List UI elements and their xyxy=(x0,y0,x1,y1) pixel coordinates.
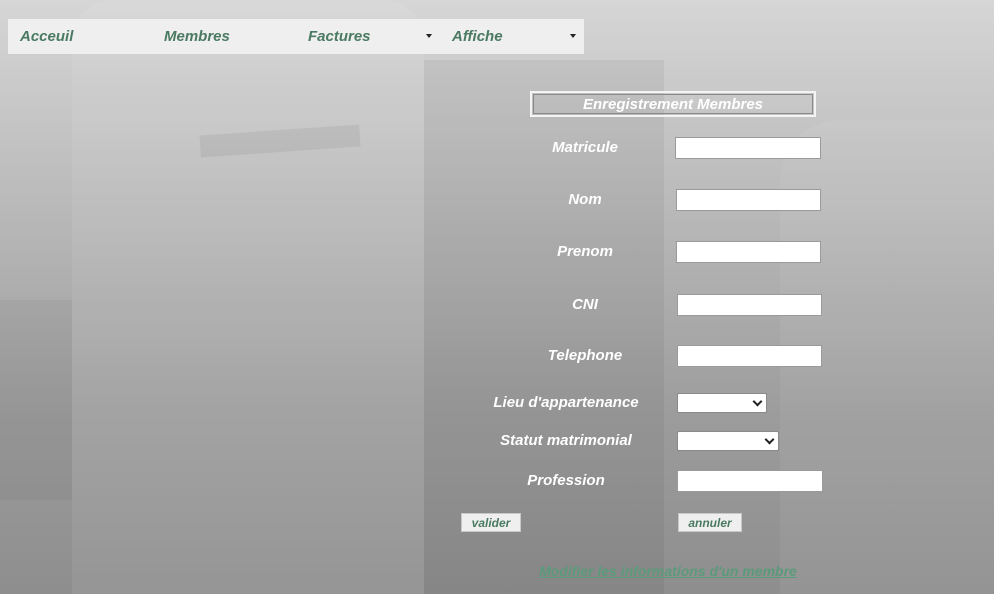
chevron-down-icon[interactable] xyxy=(570,34,576,38)
chevron-down-icon xyxy=(752,396,763,407)
telephone-field[interactable] xyxy=(677,345,822,367)
nom-field[interactable] xyxy=(676,189,821,211)
nav-item-factures[interactable]: Factures xyxy=(308,19,371,54)
telephone-label: Telephone xyxy=(547,347,623,364)
background-decoration xyxy=(199,124,361,158)
statut-matrimonial-select[interactable] xyxy=(677,431,779,451)
prenom-field[interactable] xyxy=(676,241,821,263)
profession-label: Profession xyxy=(527,472,605,489)
nom-label: Nom xyxy=(568,191,602,208)
chevron-down-icon xyxy=(764,434,775,445)
nav-item-membres[interactable]: Membres xyxy=(164,19,230,54)
chevron-down-icon[interactable] xyxy=(426,34,432,38)
valider-button[interactable]: valider xyxy=(461,513,521,532)
background-decoration xyxy=(0,300,72,500)
form-title: Enregistrement Membres xyxy=(530,91,816,117)
modify-member-link[interactable]: Modifier les informations d'un membre xyxy=(528,563,808,579)
lieu-appartenance-label: Lieu d'appartenance xyxy=(493,394,639,411)
annuler-button[interactable]: annuler xyxy=(678,513,742,532)
background-decoration xyxy=(72,0,424,594)
prenom-label: Prenom xyxy=(557,243,613,260)
lieu-appartenance-select[interactable] xyxy=(677,393,767,413)
statut-matrimonial-label: Statut matrimonial xyxy=(500,432,632,449)
matricule-label: Matricule xyxy=(552,139,618,156)
matricule-field[interactable] xyxy=(675,137,821,159)
nav-item-acceuil[interactable]: Acceuil xyxy=(20,19,73,54)
cni-field[interactable] xyxy=(677,294,822,316)
top-navbar: Acceuil Membres Factures Affiche xyxy=(8,19,584,54)
nav-item-affiche[interactable]: Affiche xyxy=(452,19,503,54)
profession-field[interactable] xyxy=(677,470,823,492)
cni-label: CNI xyxy=(572,296,598,313)
